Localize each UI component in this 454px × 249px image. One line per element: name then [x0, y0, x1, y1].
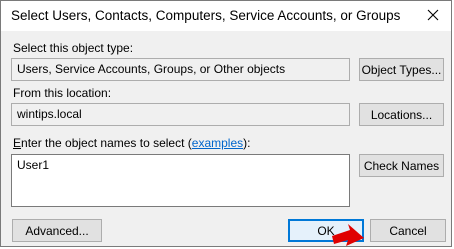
object-names-label: Enter the object names to select (exampl… [13, 136, 250, 150]
title-bar: Select Users, Contacts, Computers, Servi… [1, 1, 451, 31]
location-field: wintips.local [11, 103, 350, 126]
examples-link[interactable]: examples [192, 136, 243, 150]
object-names-label-accesskey: E [13, 136, 22, 150]
advanced-button[interactable]: Advanced... [12, 219, 102, 242]
check-names-button[interactable]: Check Names [359, 154, 444, 177]
location-label: From this location: [13, 86, 112, 100]
object-names-label-text: nter the object names to select ( [21, 136, 192, 150]
object-types-button[interactable]: Object Types... [359, 58, 444, 81]
locations-button[interactable]: Locations... [359, 103, 444, 126]
object-names-label-suffix: ): [243, 136, 251, 150]
object-names-input[interactable]: User1 [11, 154, 350, 207]
close-icon [427, 9, 439, 21]
select-users-dialog: Select Users, Contacts, Computers, Servi… [0, 0, 452, 247]
cancel-button[interactable]: Cancel [370, 219, 446, 242]
close-button[interactable] [421, 4, 445, 26]
dialog-title: Select Users, Contacts, Computers, Servi… [11, 8, 401, 23]
red-arrow-icon [332, 224, 364, 246]
object-names-value: User1 [17, 158, 50, 172]
object-type-field: Users, Service Accounts, Groups, or Othe… [11, 58, 350, 81]
object-type-label: Select this object type: [13, 41, 134, 55]
